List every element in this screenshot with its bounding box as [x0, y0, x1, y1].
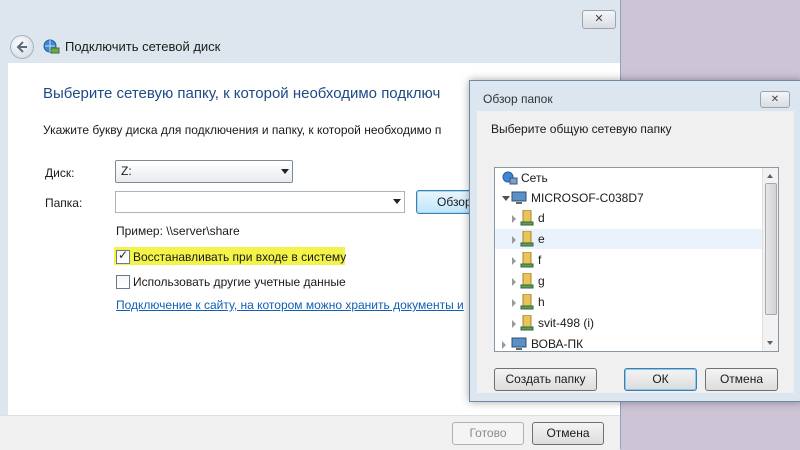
share-folder-icon: [520, 294, 534, 310]
tree-item-computer[interactable]: ВОВА-ПК: [495, 334, 763, 351]
tree-item-label: ВОВА-ПК: [531, 337, 584, 351]
tree-item-share[interactable]: f: [495, 250, 763, 270]
scroll-thumb[interactable]: [765, 183, 777, 315]
credentials-label[interactable]: Использовать другие учетные данные: [133, 275, 346, 289]
document-site-link[interactable]: Подключение к сайту, на котором можно хр…: [116, 298, 464, 312]
network-icon: [502, 171, 518, 185]
expand-arrow-icon[interactable]: [512, 236, 516, 244]
tree-item-label: svit-498 (i): [538, 316, 595, 330]
tree-item-label: d: [538, 211, 545, 225]
folder-tree[interactable]: Сеть MICROSOF-C038D7 d e f g h svit-498 …: [494, 167, 779, 352]
tree-item-share[interactable]: e: [495, 229, 763, 249]
cancel-button[interactable]: Отмена: [532, 422, 604, 445]
scroll-down-icon[interactable]: [767, 341, 773, 345]
browse-button-label: Обзор: [437, 195, 472, 209]
tree-item-computer[interactable]: MICROSOF-C038D7: [495, 188, 763, 208]
dialog-close-button[interactable]: ✕: [760, 91, 790, 108]
dialog-body: Выберите общую сетевую папку Сеть MICROS…: [477, 111, 794, 393]
scroll-up-icon[interactable]: [767, 174, 773, 178]
folder-input[interactable]: [115, 191, 405, 213]
network-drive-icon: [43, 39, 60, 54]
share-folder-icon: [520, 210, 534, 226]
footer-bar: Готово Отмена: [0, 415, 620, 450]
expand-arrow-icon[interactable]: [512, 257, 516, 265]
folder-label: Папка:: [45, 196, 83, 210]
page-heading: Выберите сетевую папку, к которой необхо…: [43, 85, 441, 102]
share-folder-icon: [520, 315, 534, 331]
drive-label: Диск:: [45, 166, 75, 180]
collapse-arrow-icon[interactable]: [502, 196, 510, 201]
tree-item-share[interactable]: d: [495, 208, 763, 228]
chevron-down-icon: [393, 199, 401, 204]
tree-item-label: MICROSOF-C038D7: [531, 191, 644, 205]
tree-scrollbar[interactable]: [762, 168, 778, 351]
expand-arrow-icon[interactable]: [512, 215, 516, 223]
back-button[interactable]: [10, 35, 34, 59]
example-text: Пример: \\server\share: [116, 224, 240, 238]
checkmark-icon: ✓: [118, 248, 129, 262]
computer-icon: [511, 191, 527, 204]
tree-item-share[interactable]: g: [495, 271, 763, 291]
tree-item-label: e: [538, 232, 545, 246]
reconnect-checkbox[interactable]: ✓: [116, 248, 130, 264]
ok-button[interactable]: ОК: [624, 368, 697, 391]
tree-item-network[interactable]: Сеть: [495, 168, 763, 188]
tree-item-share[interactable]: h: [495, 292, 763, 312]
window-title: Подключить сетевой диск: [65, 39, 221, 54]
credentials-checkbox[interactable]: [116, 275, 130, 289]
share-folder-icon: [520, 231, 534, 247]
drive-value: Z:: [121, 164, 132, 178]
finish-button[interactable]: Готово: [452, 422, 524, 445]
expand-arrow-icon[interactable]: [502, 341, 506, 349]
computer-icon: [511, 337, 527, 350]
browse-folder-dialog: Обзор папок ✕ Выберите общую сетевую пап…: [469, 80, 800, 402]
chevron-down-icon: [281, 169, 289, 174]
share-folder-icon: [520, 252, 534, 268]
expand-arrow-icon[interactable]: [512, 278, 516, 286]
tree-item-label: f: [538, 253, 542, 267]
drive-select[interactable]: Z:: [115, 160, 293, 183]
tree-item-label: Сеть: [521, 171, 548, 185]
instruction-text: Укажите букву диска для подключения и па…: [43, 123, 442, 137]
back-arrow-icon: [16, 41, 27, 53]
tree-item-label: h: [538, 295, 545, 309]
tree-item-label: g: [538, 274, 545, 288]
reconnect-label[interactable]: Восстанавливать при входе в систему: [133, 250, 346, 264]
expand-arrow-icon[interactable]: [512, 320, 516, 328]
share-folder-icon: [520, 273, 534, 289]
expand-arrow-icon[interactable]: [512, 299, 516, 307]
dialog-title: Обзор папок: [483, 92, 553, 106]
dialog-prompt: Выберите общую сетевую папку: [491, 122, 672, 136]
dialog-cancel-button[interactable]: Отмена: [705, 368, 778, 391]
new-folder-button[interactable]: Создать папку: [494, 368, 597, 391]
close-button[interactable]: ✕: [582, 10, 616, 29]
tree-item-share[interactable]: svit-498 (i): [495, 313, 763, 333]
